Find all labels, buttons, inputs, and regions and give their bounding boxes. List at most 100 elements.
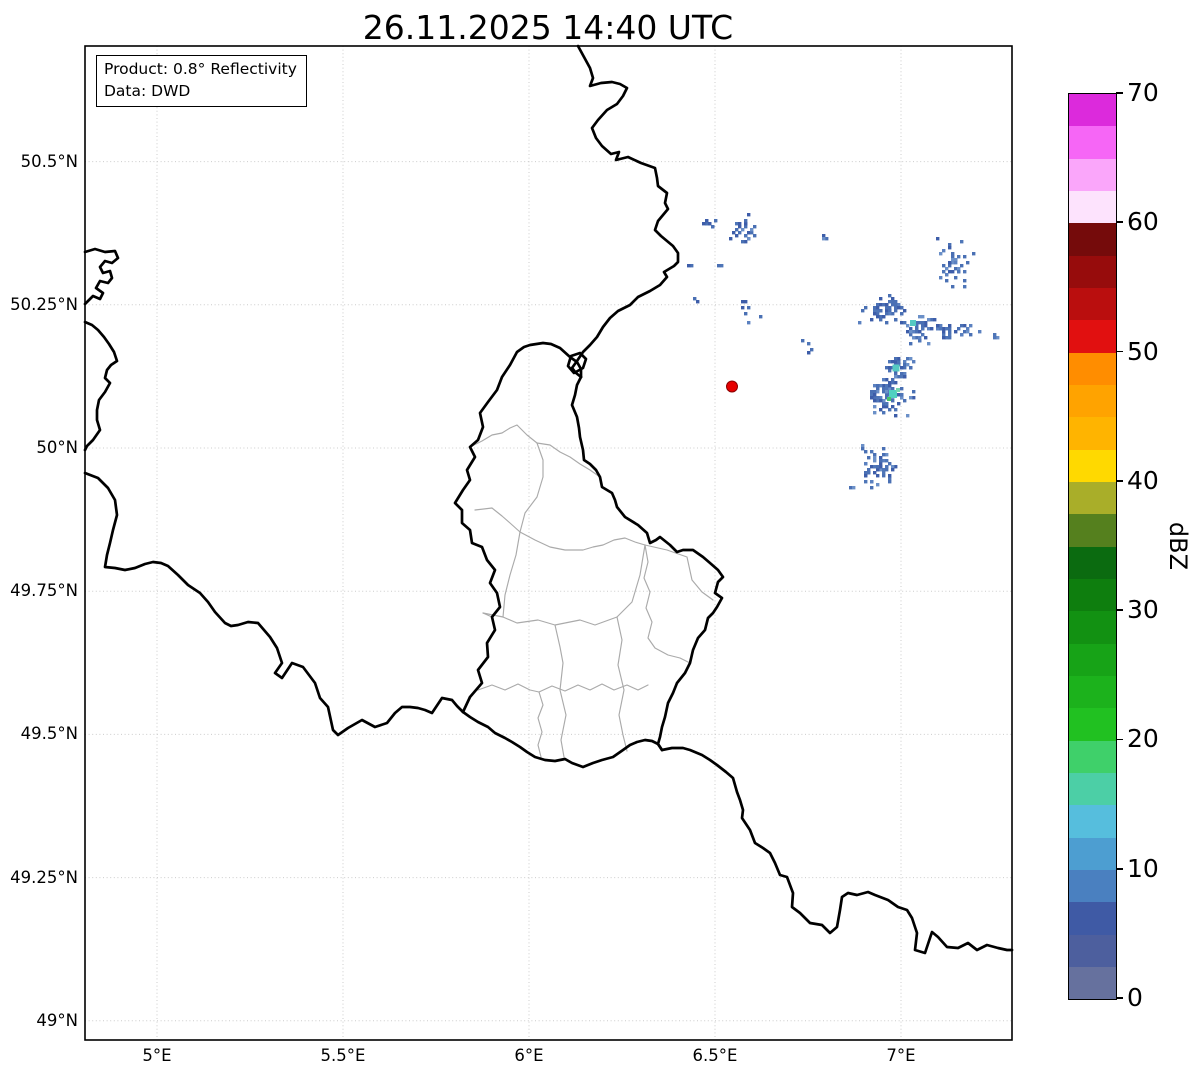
echo-bin bbox=[750, 228, 754, 232]
colorbar-block bbox=[1069, 708, 1116, 741]
canton-border bbox=[474, 507, 646, 551]
echo-bin bbox=[948, 333, 952, 337]
canton-border bbox=[519, 442, 544, 533]
echo-bin bbox=[921, 315, 925, 319]
echo-bin bbox=[885, 402, 889, 406]
echo-bin bbox=[951, 285, 955, 289]
lat-tick-label: 49.75°N bbox=[10, 581, 78, 601]
echo-bin bbox=[927, 327, 931, 331]
colorbar-tick bbox=[1116, 221, 1124, 224]
colorbar-block bbox=[1069, 320, 1116, 353]
colorbar-tick-label: 0 bbox=[1127, 983, 1143, 1012]
echo-bin bbox=[882, 384, 886, 388]
colorbar-tick bbox=[1116, 738, 1124, 741]
echo-bin bbox=[918, 330, 922, 334]
echo-bin bbox=[894, 465, 898, 469]
echo-bin bbox=[888, 387, 892, 391]
echo-bin bbox=[870, 396, 874, 400]
echo-bin bbox=[960, 333, 964, 337]
echo-bin bbox=[870, 465, 874, 469]
echo-bin bbox=[942, 330, 946, 334]
echo-bin bbox=[921, 324, 925, 328]
echo-bin bbox=[882, 303, 886, 307]
echo-bin bbox=[885, 306, 889, 310]
echo-bin bbox=[888, 474, 892, 478]
colorbar-block bbox=[1069, 966, 1116, 1000]
echo-bin bbox=[897, 303, 901, 307]
radar-site-marker bbox=[726, 380, 738, 393]
echo-bin bbox=[918, 336, 922, 340]
echo-bin bbox=[882, 411, 886, 415]
echo-bin bbox=[963, 324, 967, 328]
echo-bin bbox=[864, 480, 868, 484]
echo-bin bbox=[936, 324, 940, 328]
echo-bin bbox=[810, 348, 814, 352]
echo-bin bbox=[873, 309, 877, 313]
echo-bin bbox=[873, 471, 877, 475]
echo-bin bbox=[993, 336, 997, 340]
echo-bin bbox=[909, 333, 913, 337]
lat-tick-label: 50°N bbox=[36, 438, 78, 457]
lat-tick-label: 49°N bbox=[36, 1010, 78, 1030]
echo-bin bbox=[879, 318, 883, 322]
echo-bin bbox=[942, 264, 946, 268]
echo-bin bbox=[807, 342, 811, 346]
canton-border bbox=[644, 544, 714, 601]
echo-bin bbox=[879, 468, 883, 472]
echo-bin bbox=[891, 468, 895, 472]
radar-figure: 26.11.2025 14:40 UTC Product: 0.8° Refle… bbox=[0, 0, 1202, 1081]
echo-bin bbox=[948, 261, 952, 265]
echo-bin bbox=[879, 297, 883, 301]
echo-bin bbox=[915, 336, 919, 340]
echo-bin bbox=[873, 456, 877, 460]
colorbar-block bbox=[1069, 223, 1116, 256]
echo-bin bbox=[867, 471, 871, 475]
echo-bin bbox=[864, 462, 868, 466]
echo-bin bbox=[915, 330, 919, 334]
echo-bin bbox=[960, 240, 964, 244]
country-borders bbox=[83, 44, 1014, 955]
echo-bin bbox=[744, 219, 748, 223]
lon-tick-label: 5.5°E bbox=[320, 1046, 366, 1065]
echo-bin bbox=[903, 372, 907, 376]
colorbar-block bbox=[1069, 255, 1116, 288]
echo-bin bbox=[747, 213, 751, 217]
echo-bin bbox=[825, 237, 829, 241]
echo-bin bbox=[864, 471, 868, 475]
echo-bin bbox=[888, 384, 892, 388]
echo-bin bbox=[891, 297, 895, 301]
echo-bin bbox=[741, 300, 745, 304]
echo-bin bbox=[873, 405, 877, 409]
gridlines bbox=[85, 46, 1012, 1040]
echo-bin bbox=[972, 252, 976, 256]
lon-tick-label: 7°E bbox=[886, 1046, 916, 1065]
info-box: Product: 0.8° Reflectivity Data: DWD bbox=[96, 55, 307, 107]
echo-bin bbox=[888, 309, 892, 313]
colorbar-block bbox=[1069, 352, 1116, 385]
echo-bin bbox=[909, 366, 913, 370]
echo-bin bbox=[945, 267, 949, 271]
echo-bin bbox=[906, 363, 910, 367]
echo-bin bbox=[885, 312, 889, 316]
echo-bin bbox=[927, 318, 931, 322]
echo-bin bbox=[897, 402, 901, 406]
canton-border bbox=[616, 616, 628, 752]
echo-bin bbox=[744, 222, 748, 226]
echo-bin bbox=[894, 309, 898, 313]
colorbar-block bbox=[1069, 869, 1116, 903]
echo-bin bbox=[897, 360, 901, 364]
echo-bin bbox=[957, 267, 961, 271]
echo-bin bbox=[912, 336, 916, 340]
echo-bin bbox=[906, 324, 910, 328]
echo-bin bbox=[963, 285, 967, 289]
echo-bin bbox=[870, 393, 874, 397]
echo-bin bbox=[873, 453, 877, 457]
colorbar bbox=[1068, 93, 1117, 1000]
echo-bin bbox=[897, 393, 901, 397]
echo-bin bbox=[897, 306, 901, 310]
echo-bin bbox=[942, 336, 946, 340]
echo-bin bbox=[885, 465, 889, 469]
echo-bin bbox=[951, 252, 955, 256]
canton-border bbox=[537, 691, 544, 758]
echo-bin bbox=[954, 267, 958, 271]
